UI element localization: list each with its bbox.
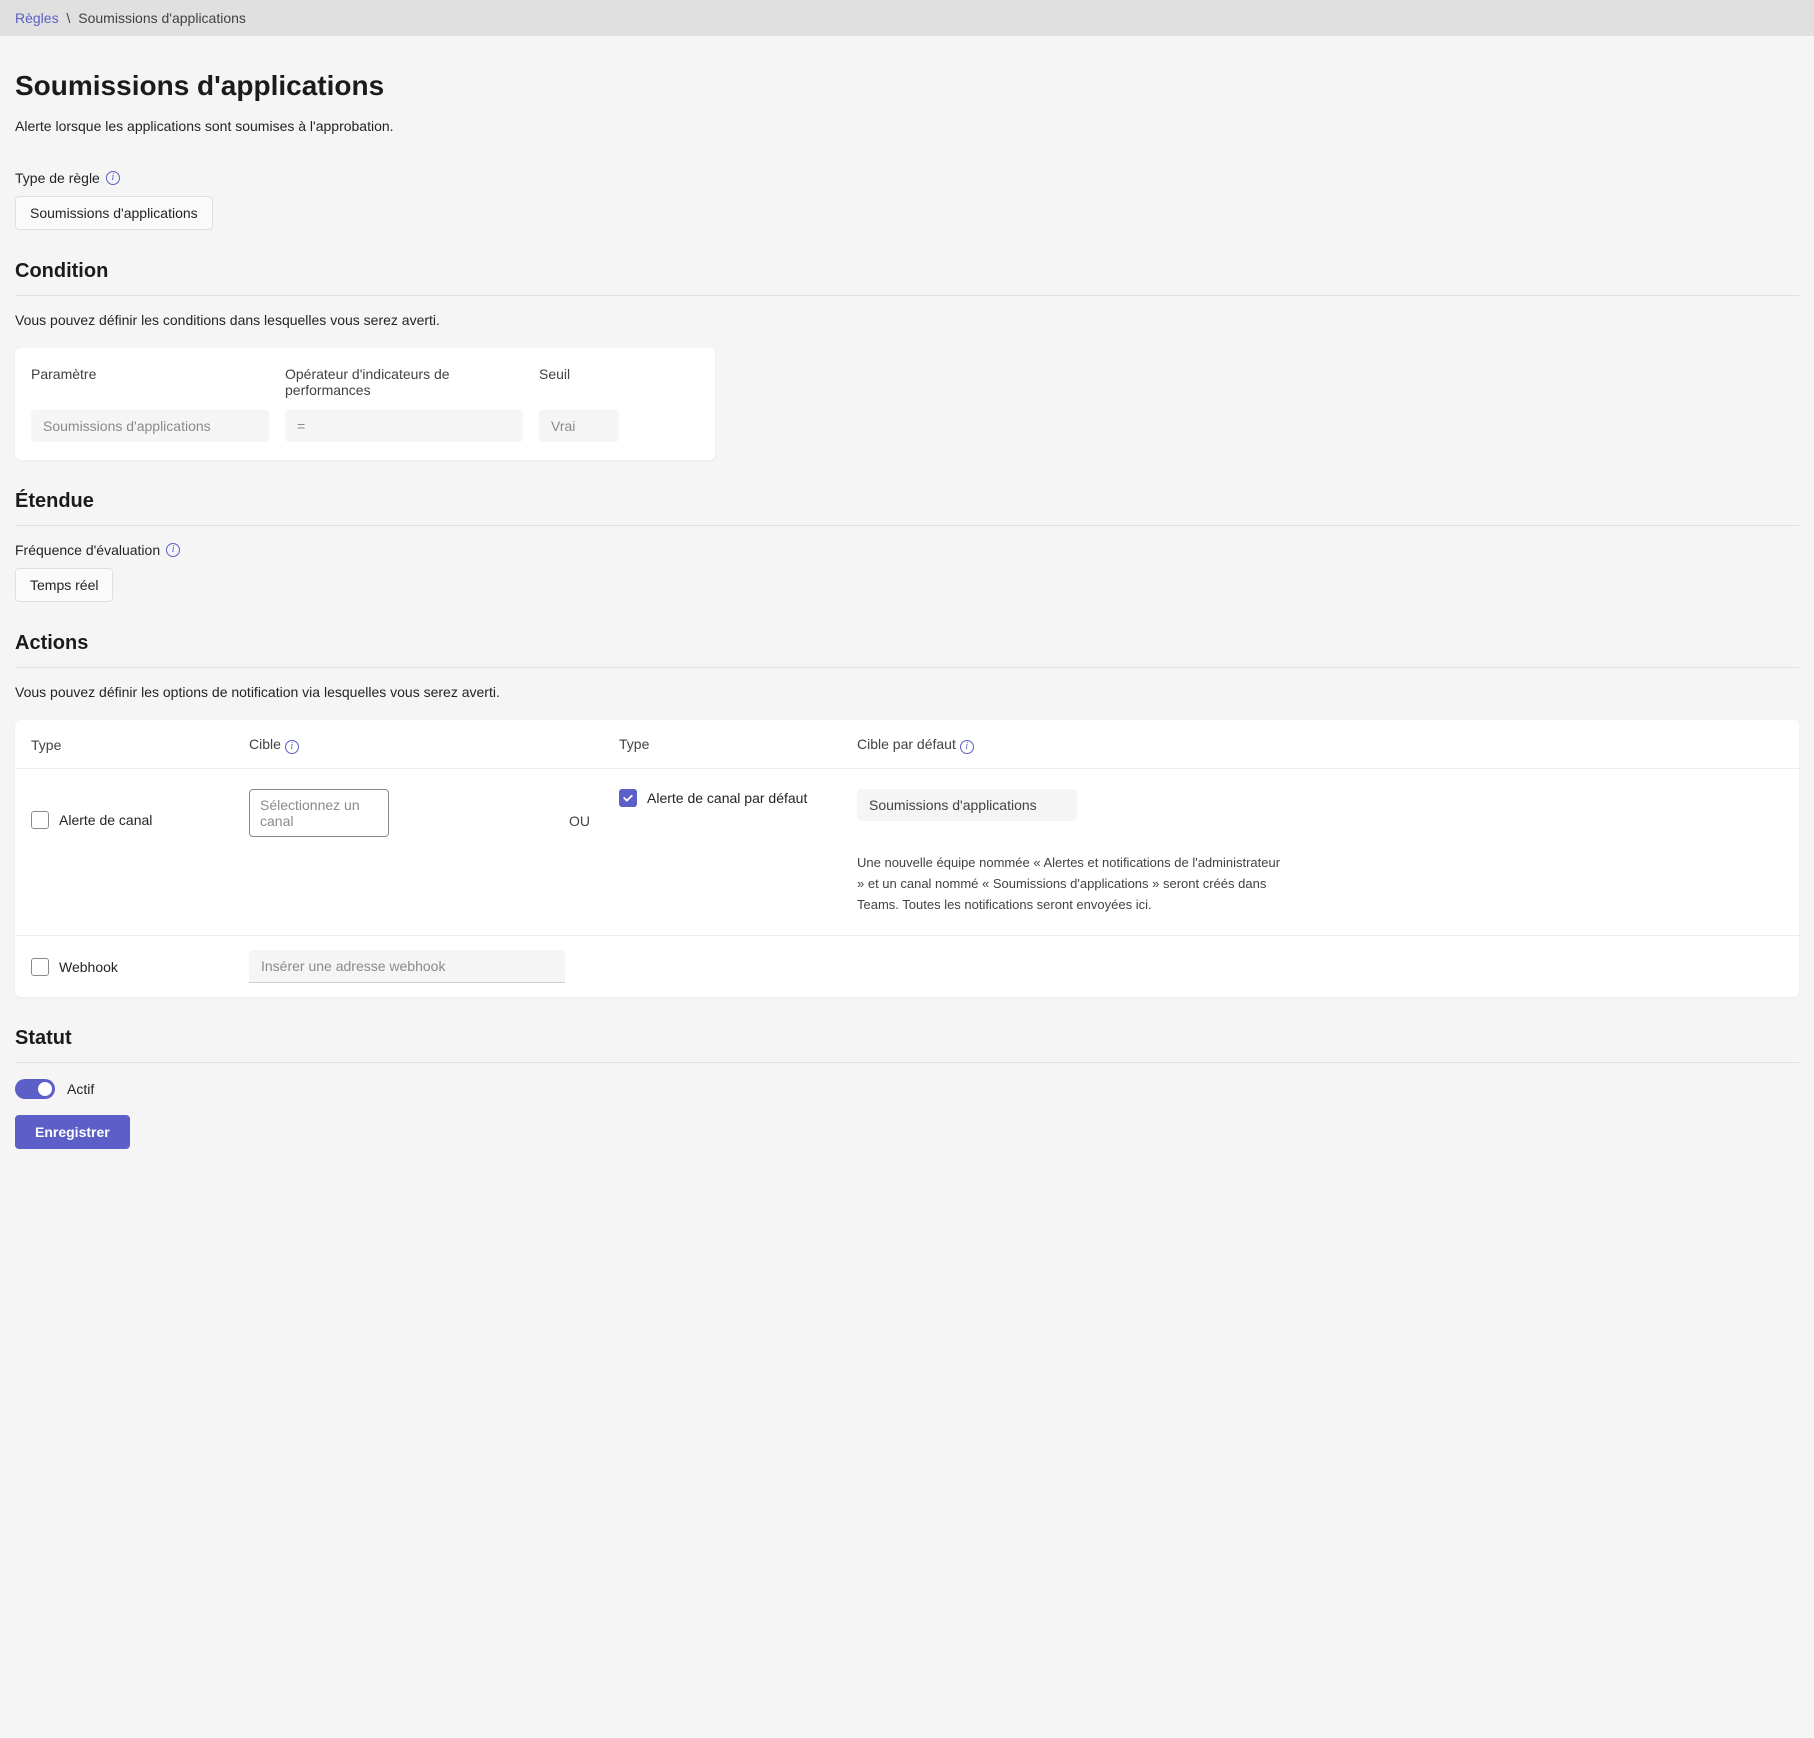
channel-alert-checkbox[interactable]	[31, 811, 49, 829]
condition-description: Vous pouvez définir les conditions dans …	[15, 312, 1799, 328]
actions-header-type1: Type	[31, 736, 249, 754]
default-channel-target: Soumissions d'applications	[857, 789, 1077, 821]
info-icon[interactable]: i	[106, 171, 120, 185]
condition-header-param: Paramètre	[31, 366, 269, 398]
actions-description: Vous pouvez définir les options de notif…	[15, 684, 1799, 700]
info-icon[interactable]: i	[285, 740, 299, 754]
actions-header-target1: Cible i	[249, 736, 569, 754]
condition-card: Paramètre Opérateur d'indicateurs de per…	[15, 348, 715, 460]
scope-heading: Étendue	[15, 490, 1799, 513]
webhook-label: Webhook	[59, 959, 118, 975]
status-toggle[interactable]	[15, 1079, 55, 1099]
channel-alert-label: Alerte de canal	[59, 812, 152, 828]
webhook-url-input[interactable]: Insérer une adresse webhook	[249, 950, 565, 983]
default-channel-description: Une nouvelle équipe nommée « Alertes et …	[857, 853, 1287, 915]
breadcrumb-separator: \	[66, 10, 70, 26]
info-icon[interactable]: i	[166, 543, 180, 557]
rule-type-label-text: Type de règle	[15, 170, 100, 186]
scope-freq-value: Temps réel	[15, 568, 113, 602]
scope-freq-label-text: Fréquence d'évaluation	[15, 542, 160, 558]
breadcrumb: Règles \ Soumissions d'applications	[0, 0, 1814, 36]
divider	[15, 1062, 1799, 1063]
condition-heading: Condition	[15, 260, 1799, 283]
breadcrumb-root-link[interactable]: Règles	[15, 10, 59, 26]
scope-freq-label: Fréquence d'évaluation i	[15, 542, 1799, 558]
actions-header-or	[569, 736, 619, 754]
divider	[15, 295, 1799, 296]
breadcrumb-current: Soumissions d'applications	[78, 10, 246, 26]
actions-header-target2: Cible par défaut i	[857, 736, 1783, 754]
condition-threshold-value: Vrai	[539, 410, 619, 442]
rule-type-value: Soumissions d'applications	[15, 196, 213, 230]
condition-operator-value: =	[285, 410, 523, 442]
webhook-checkbox[interactable]	[31, 958, 49, 976]
actions-card: Type Cible i Type Cible par défaut i Ale…	[15, 720, 1799, 997]
actions-or-label: OU	[569, 789, 619, 829]
default-channel-checkbox[interactable]	[619, 789, 637, 807]
actions-header-target1-text: Cible	[249, 736, 281, 752]
divider	[15, 667, 1799, 668]
condition-param-value: Soumissions d'applications	[31, 410, 269, 442]
default-channel-label: Alerte de canal par défaut	[647, 790, 807, 806]
actions-header-type2: Type	[619, 736, 857, 754]
save-button[interactable]: Enregistrer	[15, 1115, 130, 1149]
rule-type-label: Type de règle i	[15, 170, 1799, 186]
status-toggle-label: Actif	[67, 1081, 94, 1097]
channel-select-input[interactable]: Sélectionnez un canal	[249, 789, 389, 837]
condition-header-threshold: Seuil	[539, 366, 699, 398]
actions-heading: Actions	[15, 632, 1799, 655]
info-icon[interactable]: i	[960, 740, 974, 754]
page-title: Soumissions d'applications	[15, 70, 1799, 102]
divider	[15, 525, 1799, 526]
status-heading: Statut	[15, 1027, 1799, 1050]
page-description: Alerte lorsque les applications sont sou…	[15, 118, 1799, 134]
actions-header-target2-text: Cible par défaut	[857, 736, 956, 752]
condition-header-operator: Opérateur d'indicateurs de performances	[285, 366, 523, 398]
